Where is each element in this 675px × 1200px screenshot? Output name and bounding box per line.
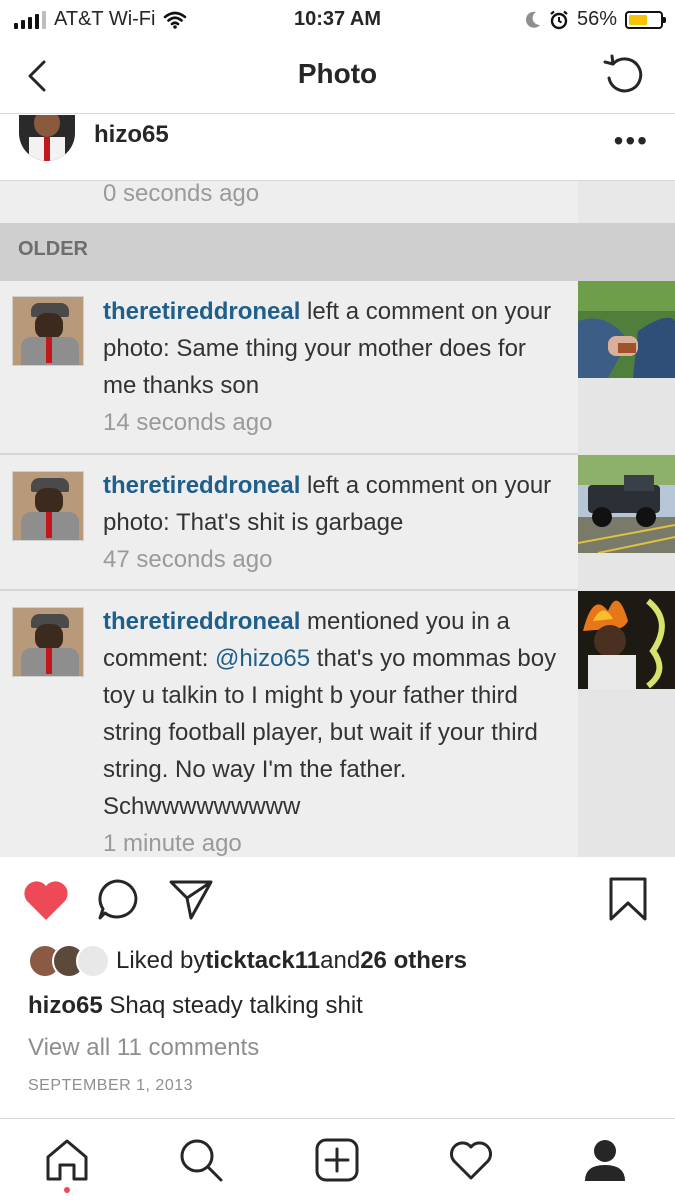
post-header: hizo65 ••• [0,115,675,181]
caption-username[interactable]: hizo65 [28,992,103,1019]
nav-bar: Photo [0,38,675,114]
notification-row: theretireddroneal mentioned you in a com… [0,591,578,857]
notification-thumbnail [578,281,675,378]
notification-text: theretireddroneal left a comment on your… [103,467,563,578]
liker-avatars [28,944,110,978]
avatar [12,471,84,541]
home-active-dot [64,1187,70,1193]
notification-text: theretireddroneal mentioned you in a com… [103,603,563,857]
new-post-icon[interactable] [314,1137,360,1183]
notification-row: theretireddroneal left a comment on your… [0,455,578,591]
notification-time: 0 seconds ago [103,180,260,207]
search-icon[interactable] [178,1137,224,1183]
likes-prefix: Liked by [116,947,206,974]
notification-username: theretireddroneal [103,608,301,635]
home-icon[interactable] [44,1137,90,1183]
post-date: SEPTEMBER 1, 2013 [28,1077,194,1094]
share-icon[interactable] [168,878,214,922]
post-photo[interactable]: 0 seconds ago hizo65 ••• OLDER theretire… [0,115,675,857]
tab-bar [0,1118,675,1200]
page-title: Photo [297,58,378,89]
notification-thumbnail [578,591,675,689]
notification-mention: @hizo65 [215,645,311,672]
post-username[interactable]: hizo65 [94,121,169,149]
profile-icon[interactable] [582,1137,628,1183]
more-options-icon[interactable]: ••• [614,125,649,157]
alarm-icon [550,10,568,29]
avatar [12,296,84,366]
notification-username: theretireddroneal [103,298,301,325]
notification-text: theretireddroneal left a comment on your… [103,293,563,441]
notification-thumbnail [578,175,675,226]
likes-others[interactable]: 26 others [360,947,467,975]
notification-username: theretireddroneal [103,472,301,499]
likes-user[interactable]: ticktack11 [205,947,320,975]
notification-thumbnail [578,455,675,553]
likes-middle: and [320,947,361,974]
section-header: OLDER [0,223,675,281]
heart-filled-icon[interactable] [22,878,70,922]
notification-time: 1 minute ago [103,830,242,857]
status-bar: AT&T Wi-Fi 10:37 AM 56% [0,0,675,38]
notification-time: 14 seconds ago [103,409,273,436]
likes-row[interactable]: Liked by ticktack11 and 26 others [28,944,467,978]
view-all-comments-link[interactable]: View all 11 comments [28,1034,259,1062]
battery-icon [625,10,666,29]
comment-icon[interactable] [96,878,142,922]
caption-text: Shaq steady talking shit [102,992,363,1019]
notification-message: That's shit is garbage [175,509,404,536]
caption: hizo65 Shaq steady talking shit [28,992,363,1020]
avatar [12,607,84,677]
refresh-icon[interactable] [601,54,647,100]
moon-icon [525,11,540,28]
status-right: 56% [525,8,666,31]
activity-heart-icon[interactable] [448,1137,494,1183]
battery-percent: 56% [576,8,617,30]
notification-time: 47 seconds ago [103,546,273,573]
notification-row: theretireddroneal left a comment on your… [0,281,578,455]
bookmark-icon[interactable] [606,876,650,922]
section-header-label: OLDER [18,238,88,260]
avatar[interactable] [19,115,75,161]
